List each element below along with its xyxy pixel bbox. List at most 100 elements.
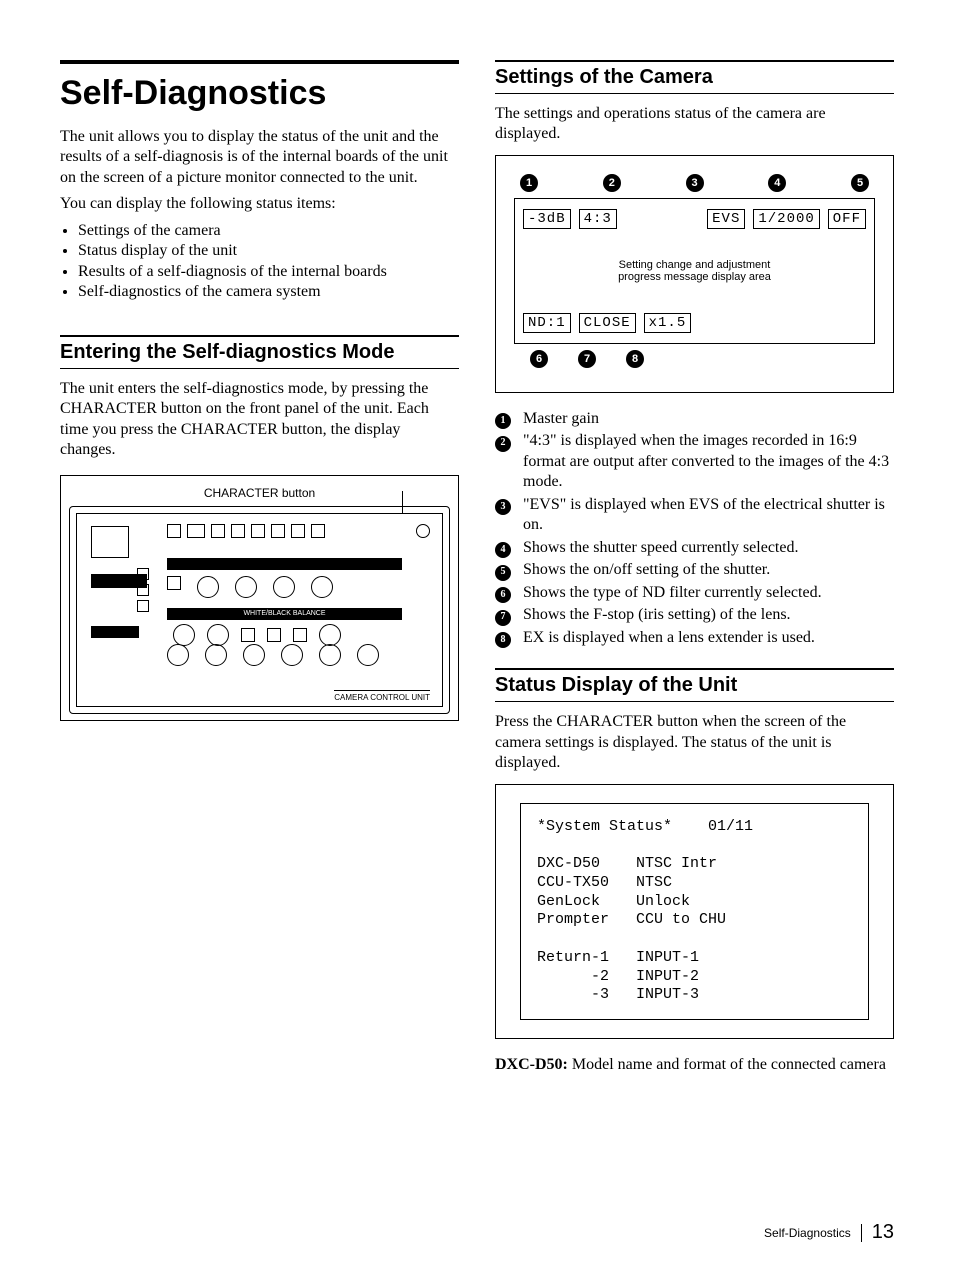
definition-item: 3"EVS" is displayed when EVS of the elec…: [495, 495, 894, 536]
wb-controls-row: [173, 624, 341, 646]
device-figure: CHARACTER button: [60, 475, 459, 721]
callout-5-icon: 5: [851, 174, 869, 192]
knob-icon: [357, 644, 379, 666]
button-icon: [167, 524, 181, 538]
status-items-list: Settings of the camera Status display of…: [60, 221, 459, 303]
wb-label-bar: WHITE/BLACK BALANCE: [167, 608, 402, 620]
section-label-bar: [167, 558, 402, 570]
bottom-badge-row: 6 7 8: [530, 350, 869, 368]
page-footer: Self-Diagnostics 13: [764, 1221, 894, 1244]
button-icon: [291, 524, 305, 538]
knob-row-2: [167, 644, 379, 666]
figure-caption: CHARACTER button: [69, 486, 450, 500]
footer-separator: [861, 1224, 862, 1242]
device-panel-outer: WHITE/BLACK BALANCE: [69, 506, 450, 714]
entering-mode-heading: Entering the Self-diagnostics Mode: [60, 335, 459, 369]
callout-1-icon: 1: [520, 174, 538, 192]
button-icon: [251, 524, 265, 538]
camera-settings-figure: 1 2 3 4 5 -3dB 4:3 EVS 1/2000 OFF: [495, 155, 894, 393]
definition-item: 6Shows the type of ND filter currently s…: [495, 583, 894, 603]
extender-value: x1.5: [644, 313, 692, 333]
list-item: Results of a self-diagnosis of the inter…: [78, 262, 459, 282]
device-foot-label: CAMERA CONTROL UNIT: [334, 690, 430, 702]
screen-top-row: -3dB 4:3 EVS 1/2000 OFF: [523, 209, 866, 229]
master-gain-value: -3dB: [523, 209, 571, 229]
callout-6-icon: 6: [530, 350, 548, 368]
switch-icon: [241, 628, 255, 642]
character-button-icon: [311, 524, 325, 538]
camera-settings-body: The settings and operations status of th…: [495, 104, 894, 145]
knob-icon: [243, 644, 265, 666]
two-column-layout: Self-Diagnostics The unit allows you to …: [60, 60, 894, 1081]
button-icon: [211, 524, 225, 538]
aspect-value: 4:3: [579, 209, 617, 229]
switch-icon: [293, 628, 307, 642]
led-icon: [137, 568, 149, 580]
definition-text: Shows the shutter speed currently select…: [523, 538, 798, 558]
screw-icon: [416, 524, 430, 538]
status-display-body: Press the CHARACTER button when the scre…: [495, 712, 894, 773]
intro-paragraph-1: The unit allows you to display the statu…: [60, 127, 459, 188]
status-display-heading: Status Display of the Unit: [495, 668, 894, 702]
switch-icon: [267, 628, 281, 642]
definition-text: Shows the F-stop (iris setting) of the l…: [523, 605, 791, 625]
label-bar: [91, 626, 139, 638]
screen-message-line1: Setting change and adjustment: [523, 259, 866, 271]
callout-8-icon: 8: [626, 350, 644, 368]
button-icon: [231, 524, 245, 538]
definition-text: Shows the type of ND filter currently se…: [523, 583, 822, 603]
list-item: Status display of the unit: [78, 241, 459, 261]
screen-message-area: Setting change and adjustment progress m…: [523, 259, 866, 283]
callout-2-icon: 2: [603, 174, 621, 192]
system-status-screen: *System Status* 01/11 DXC-D50 NTSC Intr …: [520, 803, 869, 1021]
led-icon: [137, 600, 149, 612]
camera-settings-heading: Settings of the Camera: [495, 60, 894, 94]
left-column: Self-Diagnostics The unit allows you to …: [60, 60, 459, 1081]
footer-section-label: Self-Diagnostics: [764, 1226, 851, 1240]
page-number: 13: [872, 1221, 894, 1244]
button-icon: [271, 524, 285, 538]
definition-item: 5Shows the on/off setting of the shutter…: [495, 560, 894, 580]
definition-text: Master gain: [523, 409, 599, 429]
list-item: Self-diagnostics of the camera system: [78, 282, 459, 302]
callout-definitions: 1Master gain 2"4:3" is displayed when th…: [495, 409, 894, 648]
top-badge-row: 1 2 3 4 5: [520, 174, 869, 192]
page: Self-Diagnostics The unit allows you to …: [0, 0, 954, 1274]
callout-4-icon: 4: [768, 174, 786, 192]
knob-icon: [167, 644, 189, 666]
knob-icon: [311, 576, 333, 598]
knob-icon: [205, 644, 227, 666]
callout-7-icon: 7: [578, 350, 596, 368]
knob-row-1: [167, 576, 333, 598]
led-icon: [137, 584, 149, 596]
definition-item: 2"4:3" is displayed when the images reco…: [495, 431, 894, 492]
definition-item: 7Shows the F-stop (iris setting) of the …: [495, 605, 894, 625]
led-column: [137, 568, 149, 612]
definition-item: 8EX is displayed when a lens extender is…: [495, 628, 894, 648]
list-item: Settings of the camera: [78, 221, 459, 241]
button-icon: [187, 524, 205, 538]
device-panel-inner: WHITE/BLACK BALANCE: [76, 513, 443, 707]
dxc-note-rest: Model name and format of the connected c…: [568, 1056, 886, 1073]
definition-item: 4Shows the shutter speed currently selec…: [495, 538, 894, 558]
switch-icon: [167, 576, 181, 590]
top-button-row: [167, 524, 325, 538]
leader-line: [402, 491, 403, 513]
system-status-figure: *System Status* 01/11 DXC-D50 NTSC Intr …: [495, 784, 894, 1040]
knob-icon: [319, 644, 341, 666]
fstop-value: CLOSE: [579, 313, 636, 333]
indicator-rect: [91, 526, 129, 558]
screen-message-line2: progress message display area: [523, 271, 866, 283]
page-title: Self-Diagnostics: [60, 60, 459, 113]
callout-3-icon: 3: [686, 174, 704, 192]
knob-icon: [319, 624, 341, 646]
nd-filter-value: ND:1: [523, 313, 571, 333]
knob-icon: [173, 624, 195, 646]
intro-paragraph-2: You can display the following status ite…: [60, 194, 459, 214]
dxc-note-bold: DXC-D50:: [495, 1056, 568, 1073]
knob-icon: [235, 576, 257, 598]
knob-icon: [207, 624, 229, 646]
right-column: Settings of the Camera The settings and …: [495, 60, 894, 1081]
knob-icon: [273, 576, 295, 598]
knob-icon: [197, 576, 219, 598]
